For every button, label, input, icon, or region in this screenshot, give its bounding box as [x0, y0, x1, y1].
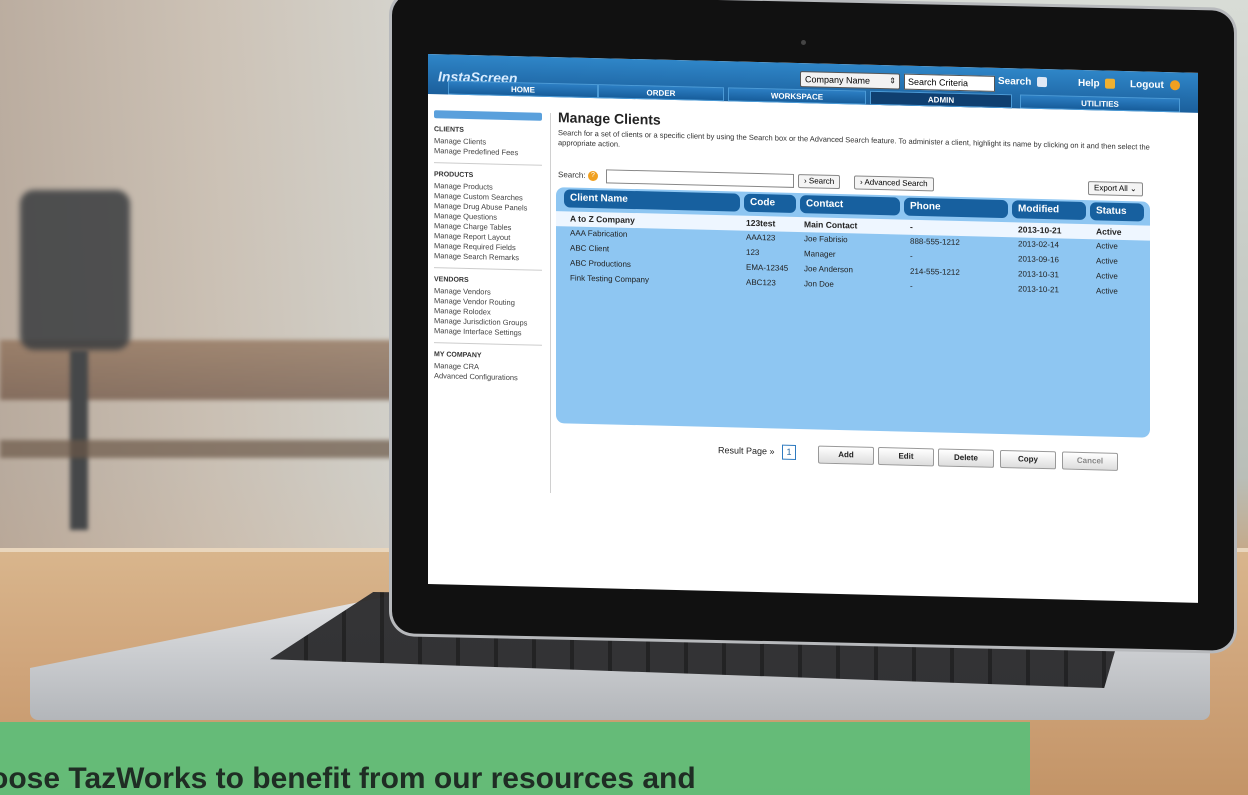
sidebar-group-vendors: VENDORS Manage Vendors Manage Vendor Rou…	[434, 276, 542, 346]
company-name-select[interactable]: Company Name ⇕	[800, 71, 900, 90]
cell-client-name: A to Z Company	[570, 213, 635, 226]
help-label: Help	[1078, 77, 1100, 90]
search-icon	[1037, 77, 1048, 88]
tab-admin[interactable]: ADMIN	[870, 90, 1012, 109]
search-criteria-input[interactable]: Search Criteria	[904, 73, 995, 92]
cell-code: ABC123	[746, 277, 776, 288]
sidebar-heading-clients: CLIENTS	[434, 126, 464, 134]
cell-modified: 2013-10-31	[1018, 269, 1059, 280]
column-modified[interactable]: Modified	[1012, 200, 1086, 221]
sidebar-group-products: PRODUCTS Manage Products Manage Custom S…	[434, 171, 542, 271]
help-link[interactable]: Help	[1078, 77, 1116, 90]
advanced-search-button[interactable]: › Advanced Search	[854, 175, 934, 192]
cell-client-name: Fink Testing Company	[570, 273, 649, 285]
admin-sidebar: CLIENTS Manage Clients Manage Predefined…	[428, 110, 551, 494]
header-search-link[interactable]: Search	[998, 75, 1048, 88]
tab-utilities[interactable]: UTILITIES	[1020, 94, 1180, 113]
cell-contact: Main Contact	[804, 219, 858, 231]
company-select-value: Company Name	[805, 74, 871, 86]
export-all-button[interactable]: Export All ⌄	[1088, 181, 1143, 197]
cell-phone: -	[910, 251, 913, 261]
promo-banner: oose TazWorks to benefit from our resour…	[0, 722, 1030, 795]
laptop-screen: InstaScreen Company Name ⇕ Search Criter…	[428, 54, 1198, 603]
cell-contact: Manager	[804, 249, 836, 259]
cell-client-name: ABC Productions	[570, 258, 631, 269]
banner-text: oose TazWorks to benefit from our resour…	[0, 762, 696, 795]
sidebar-group-my-company: MY COMPANY Manage CRA Advanced Configura…	[434, 351, 542, 390]
column-phone[interactable]: Phone	[904, 197, 1008, 219]
cell-contact: Joe Anderson	[804, 264, 853, 275]
cell-modified: 2013-10-21	[1018, 224, 1062, 236]
search-button[interactable]: › Search	[798, 174, 841, 190]
client-search-input[interactable]	[606, 169, 794, 188]
cell-phone: -	[910, 221, 913, 232]
webcam-icon	[801, 40, 806, 45]
cell-phone: 214-555-1212	[910, 266, 960, 277]
blurred-chair	[20, 190, 130, 350]
cell-status: Active	[1096, 256, 1118, 266]
cell-modified: 2013-10-21	[1018, 284, 1059, 295]
sidebar-header-bar	[434, 110, 542, 121]
edit-button[interactable]: Edit	[878, 446, 934, 467]
cell-code: AAA123	[746, 232, 776, 243]
cell-status: Active	[1096, 271, 1118, 281]
help-icon	[1105, 78, 1116, 90]
cell-status: Active	[1096, 226, 1122, 237]
sidebar-heading-products: PRODUCTS	[434, 171, 474, 180]
cell-code: 123	[746, 247, 760, 258]
cell-modified: 2013-02-14	[1018, 239, 1059, 250]
cell-status: Active	[1096, 286, 1118, 296]
sidebar-item-advanced-configurations[interactable]: Advanced Configurations	[434, 371, 542, 384]
sidebar-group-clients: CLIENTS Manage Clients Manage Predefined…	[434, 126, 542, 166]
cell-client-name: ABC Client	[570, 243, 610, 254]
cell-status: Active	[1096, 241, 1118, 251]
sidebar-heading-vendors: VENDORS	[434, 276, 469, 284]
blurred-table	[0, 440, 420, 458]
cell-modified: 2013-09-16	[1018, 254, 1059, 265]
sidebar-item-manage-search-remarks[interactable]: Manage Search Remarks	[434, 251, 542, 264]
photo-background: InstaScreen Company Name ⇕ Search Criter…	[0, 0, 1248, 795]
result-page-label: Result Page »	[718, 445, 775, 457]
cell-phone: 888-555-1212	[910, 236, 960, 247]
cell-contact: Joe Fabrisio	[804, 234, 848, 245]
cell-client-name: AAA Fabrication	[570, 228, 628, 239]
clients-table: Client Name Code Contact Phone Modified …	[556, 187, 1150, 438]
column-code[interactable]: Code	[744, 193, 796, 213]
header-search-label: Search	[998, 75, 1032, 88]
column-client-name[interactable]: Client Name	[564, 189, 740, 212]
cell-code: EMA-12345	[746, 262, 789, 273]
main-content: Manage Clients Search for a set of clien…	[556, 109, 1188, 594]
tab-workspace[interactable]: WORKSPACE	[728, 87, 866, 105]
search-label: Search:	[558, 170, 586, 180]
delete-button[interactable]: Delete	[938, 448, 994, 468]
logout-label: Logout	[1130, 79, 1164, 91]
cancel-button[interactable]: Cancel	[1062, 451, 1118, 471]
column-status[interactable]: Status	[1090, 202, 1144, 222]
copy-button[interactable]: Copy	[1000, 449, 1056, 470]
sidebar-item-manage-predefined-fees[interactable]: Manage Predefined Fees	[434, 146, 542, 159]
add-button[interactable]: Add	[818, 445, 874, 465]
cell-code: 123test	[746, 217, 776, 229]
sidebar-heading-my-company: MY COMPANY	[434, 351, 482, 360]
cell-contact: Jon Doe	[804, 279, 834, 289]
tab-home[interactable]: HOME	[448, 80, 598, 99]
info-icon[interactable]: ?	[588, 170, 598, 182]
column-contact[interactable]: Contact	[800, 195, 900, 216]
cell-phone: -	[910, 281, 913, 291]
select-caret-icon: ⇕	[889, 76, 896, 86]
logout-icon	[1169, 80, 1180, 91]
page-number-link[interactable]: 1	[782, 444, 796, 460]
logout-link[interactable]: Logout	[1130, 79, 1180, 91]
tab-order[interactable]: ORDER	[598, 84, 724, 102]
